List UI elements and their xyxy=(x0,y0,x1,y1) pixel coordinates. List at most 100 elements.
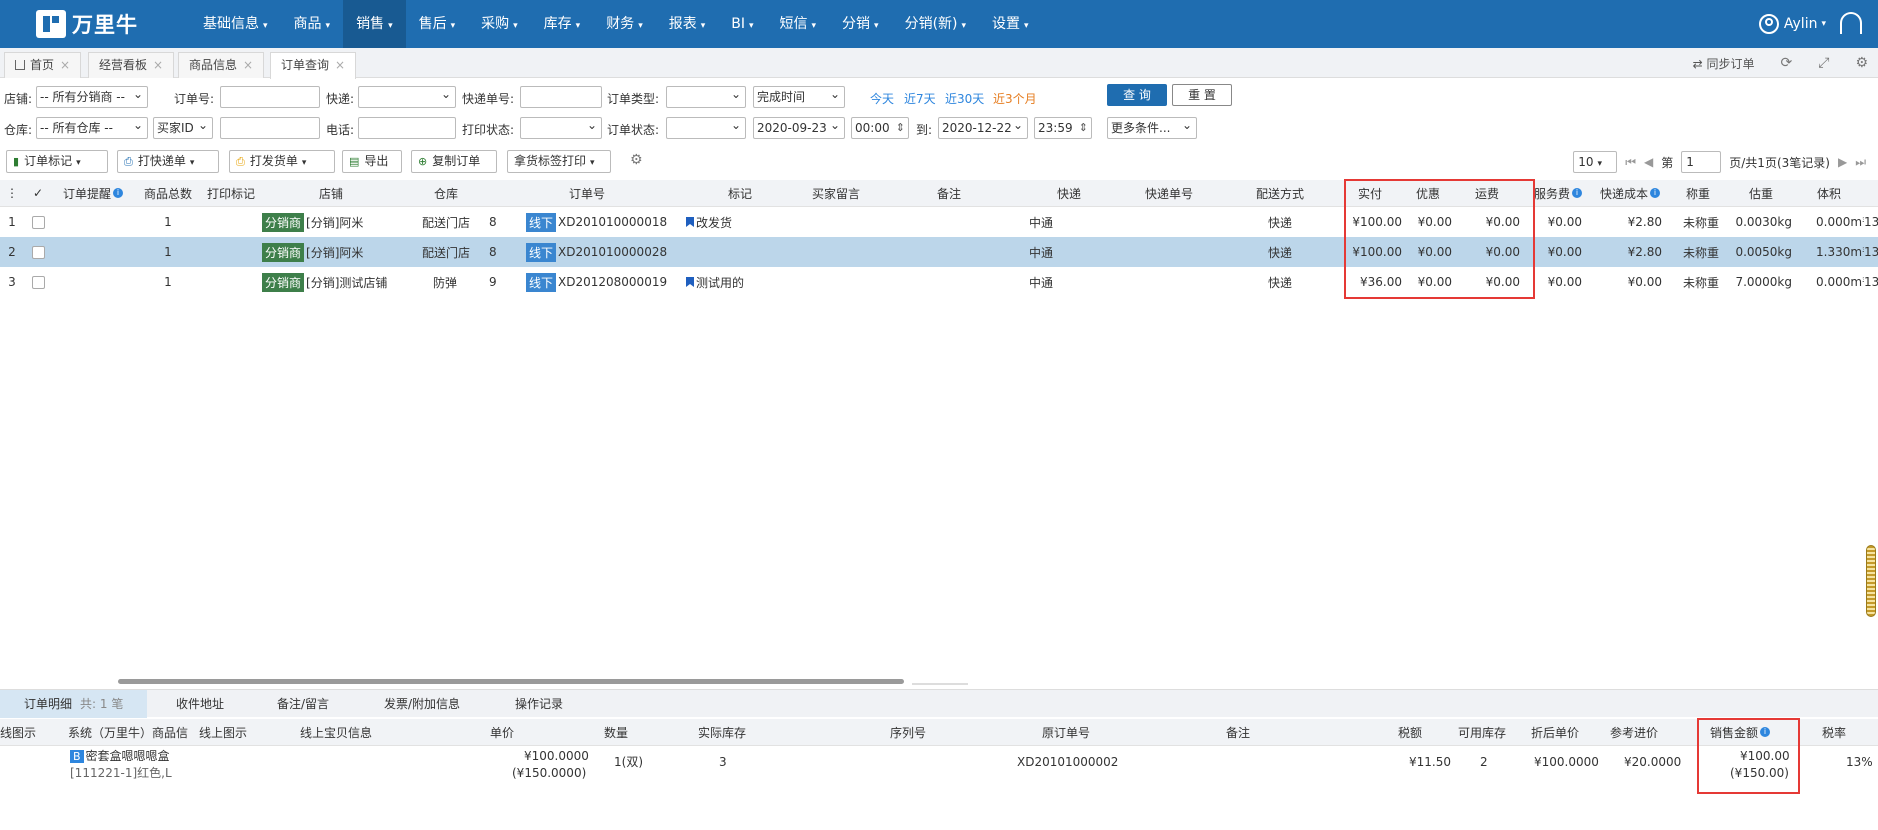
order-status-select[interactable] xyxy=(666,117,746,139)
page-size-select[interactable]: 10 ▾ xyxy=(1573,151,1618,173)
time-from-input[interactable]: 00:00 xyxy=(851,117,909,139)
express-no-input[interactable] xyxy=(520,86,602,108)
export-button[interactable]: ▤ 导出 xyxy=(342,150,402,173)
time-to-input[interactable]: 23:59 xyxy=(1034,117,1092,139)
buyer-id-input[interactable] xyxy=(220,117,320,139)
dcol-tax-rate[interactable]: 税率 xyxy=(1822,719,1862,745)
col-order-reminder[interactable]: 订单提醒 i xyxy=(58,180,128,206)
close-icon[interactable]: × xyxy=(153,58,163,72)
tab-shipping-address[interactable]: 收件地址 xyxy=(176,690,224,718)
quick-7days-link[interactable]: 近7天 xyxy=(904,90,936,107)
reset-button[interactable]: 重 置 xyxy=(1172,84,1232,106)
last-page-icon[interactable]: ⏭ xyxy=(1855,155,1866,170)
close-icon[interactable]: × xyxy=(335,58,345,72)
print-delivery-button[interactable]: ⎙ 打发货单 ▾ xyxy=(229,150,335,173)
nav-sms[interactable]: 短信 ▾ xyxy=(767,0,830,48)
col-shop[interactable]: 店铺 xyxy=(262,180,400,206)
quick-30days-link[interactable]: 近30天 xyxy=(945,90,984,107)
print-status-select[interactable] xyxy=(520,117,602,139)
order-no-input[interactable] xyxy=(220,86,320,108)
row-checkbox[interactable] xyxy=(30,207,46,237)
prev-page-icon[interactable]: ◀ xyxy=(1644,155,1653,169)
goods-name[interactable]: B 密套盒嗯嗯嗯盒 xyxy=(70,748,170,765)
row-checkbox[interactable] xyxy=(30,267,46,297)
dcol-qty[interactable]: 数量 xyxy=(604,719,644,745)
gear-icon[interactable]: ⚙ xyxy=(630,152,643,168)
close-icon[interactable]: × xyxy=(243,58,253,72)
buyer-id-select[interactable]: 买家ID xyxy=(153,117,213,139)
nav-inventory[interactable]: 库存 ▾ xyxy=(531,0,594,48)
nav-after-sales[interactable]: 售后 ▾ xyxy=(406,0,469,48)
tab-remark-message[interactable]: 备注/留言 xyxy=(277,690,329,718)
copy-order-button[interactable]: ⊕ 复制订单 xyxy=(411,150,497,173)
col-print-mark[interactable]: 打印标记 xyxy=(200,180,262,206)
settings-icon[interactable]: ⚙ xyxy=(1855,55,1868,71)
nav-settings[interactable]: 设置 ▾ xyxy=(979,0,1042,48)
pick-label-print-button[interactable]: 拿货标签打印 ▾ xyxy=(507,150,611,173)
dcol-orig-order[interactable]: 原订单号 xyxy=(1042,719,1102,745)
dcol-avail-stock[interactable]: 可用库存 xyxy=(1458,719,1512,745)
dcol-remark[interactable]: 备注 xyxy=(1226,719,1266,745)
col-warehouse[interactable]: 仓库 xyxy=(400,180,492,206)
table-row-selected[interactable]: 2 1 分销商 [分销]阿米 配送门店 8 线下 XD201010000028 中通… xyxy=(0,237,1878,267)
order-no-cell[interactable]: 线下 XD201010000028 xyxy=(526,237,686,267)
close-icon[interactable]: × xyxy=(60,58,70,72)
table-row[interactable]: 1 1 分销商 [分销]阿米 配送门店 8 线下 XD201010000018 改发… xyxy=(0,207,1878,237)
headset-icon[interactable] xyxy=(1840,12,1862,34)
col-service-fee[interactable]: 服务费 i xyxy=(1530,180,1586,206)
order-no-cell[interactable]: 线下 XD201208000019 xyxy=(526,267,686,297)
nav-basic-info[interactable]: 基础信息 ▾ xyxy=(190,0,281,48)
col-express-cost[interactable]: 快递成本 i xyxy=(1594,180,1666,206)
nav-purchase[interactable]: 采购 ▾ xyxy=(468,0,531,48)
col-mark[interactable]: 标记 xyxy=(682,180,798,206)
print-express-button[interactable]: ⎙ 打快递单 ▾ xyxy=(117,150,219,173)
more-conditions-select[interactable]: 更多条件... xyxy=(1107,117,1197,139)
tab-goods-info[interactable]: 商品信息 × xyxy=(178,52,265,78)
fullscreen-icon[interactable]: ⤢ xyxy=(1818,55,1829,71)
phone-input[interactable] xyxy=(358,117,456,139)
col-order-no[interactable]: 订单号 xyxy=(492,180,682,206)
tab-dashboard[interactable]: 经营看板 × xyxy=(88,52,175,78)
dcol-unit-price[interactable]: 单价 xyxy=(490,719,530,745)
time-type-select[interactable]: 完成时间 xyxy=(753,86,845,108)
col-est-weight[interactable]: 估重 xyxy=(1728,180,1794,206)
quick-3months-link[interactable]: 近3个月 xyxy=(993,90,1037,107)
tab-order-query[interactable]: 订单查询 × xyxy=(270,52,357,79)
user-menu[interactable]: Aylin ▾ xyxy=(1758,0,1826,48)
dcol-tax[interactable]: 税额 xyxy=(1398,719,1438,745)
dcol-online-image[interactable]: 线上图示 xyxy=(199,719,259,745)
nav-goods[interactable]: 商品 ▾ xyxy=(281,0,344,48)
query-button[interactable]: 查 询 xyxy=(1107,84,1167,106)
dcol-online-item[interactable]: 线上宝贝信息 xyxy=(300,719,380,745)
dcol-system-goods[interactable]: 系统（万里牛）商品信 xyxy=(68,719,192,745)
order-mark-button[interactable]: ▮ 订单标记 ▾ xyxy=(6,150,108,173)
col-weigh[interactable]: 称重 xyxy=(1668,180,1728,206)
vertical-scroll-handle[interactable] xyxy=(1866,545,1876,617)
select-all-check-icon[interactable]: ✓ xyxy=(28,180,48,206)
brand-logo[interactable]: 万里牛 xyxy=(36,9,138,39)
table-row[interactable]: 3 1 分销商 [分销]测试店铺 防弹 9 线下 XD201208000019 测试… xyxy=(0,267,1878,297)
dcol-disc-price[interactable]: 折后单价 xyxy=(1531,719,1585,745)
nav-distribution[interactable]: 分销 ▾ xyxy=(829,0,892,48)
nav-distribution-new[interactable]: 分销(新) ▾ xyxy=(892,0,979,48)
col-buyer-message[interactable]: 买家留言 xyxy=(798,180,874,206)
tab-invoice-info[interactable]: 发票/附加信息 xyxy=(384,690,460,718)
col-remark[interactable]: 备注 xyxy=(874,180,1024,206)
nav-bi[interactable]: BI ▾ xyxy=(718,0,766,48)
warehouse-select[interactable]: -- 所有仓库 -- xyxy=(36,117,148,139)
col-express-no[interactable]: 快递单号 xyxy=(1114,180,1224,206)
order-type-select[interactable] xyxy=(666,86,746,108)
row-checkbox[interactable] xyxy=(30,237,46,267)
express-select[interactable] xyxy=(358,86,456,108)
column-menu-icon[interactable]: ⋮ xyxy=(4,180,20,206)
refresh-icon[interactable]: ⟳ xyxy=(1781,55,1793,71)
date-to-select[interactable]: 2020-12-22 xyxy=(938,117,1028,139)
col-item-count[interactable]: 商品总数 xyxy=(138,180,198,206)
col-express[interactable]: 快递 xyxy=(1024,180,1114,206)
nav-reports[interactable]: 报表 ▾ xyxy=(656,0,719,48)
tab-order-detail[interactable]: 订单明细 共: 1 笔 xyxy=(0,690,148,718)
next-page-icon[interactable]: ▶ xyxy=(1838,155,1847,169)
order-no-cell[interactable]: 线下 XD201010000018 xyxy=(526,207,686,237)
col-delivery-method[interactable]: 配送方式 xyxy=(1224,180,1336,206)
detail-row[interactable]: B 密套盒嗯嗯嗯盒 [111221-1]红色,L ¥100.0000 (¥150.… xyxy=(0,746,1878,788)
